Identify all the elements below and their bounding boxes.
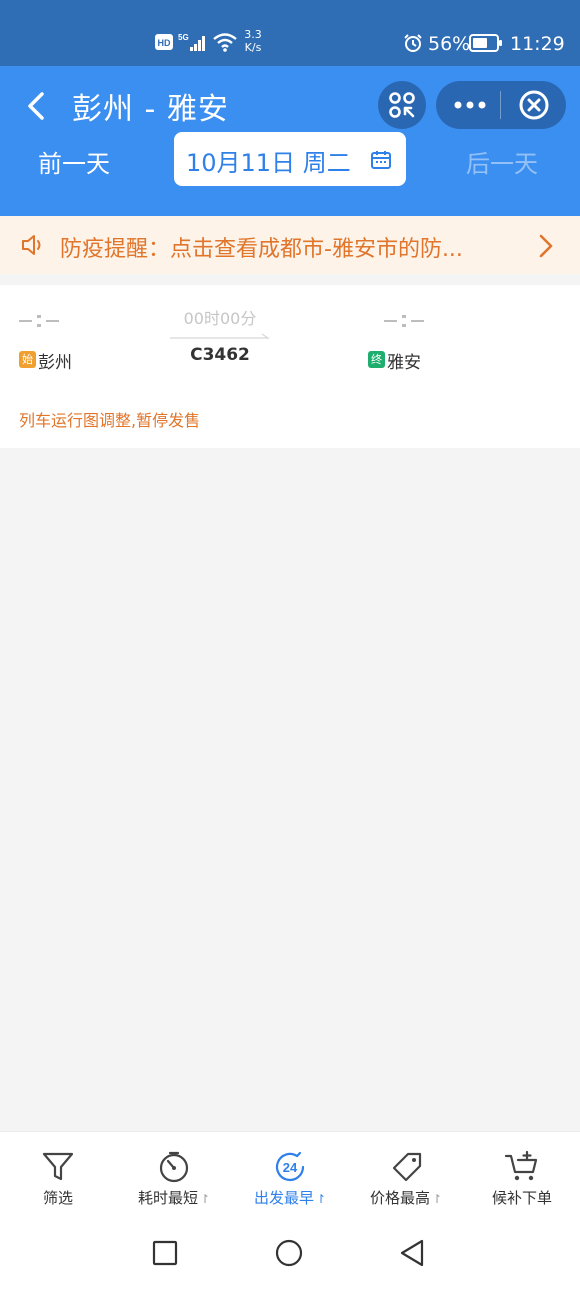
battery-icon — [469, 34, 502, 52]
svg-text:HD: HD — [158, 38, 171, 48]
tab-waitlist-order-label: 候补下单 — [491, 1189, 552, 1207]
origin-station: 彭州 — [38, 353, 72, 373]
trip-duration: 00时00分 — [183, 309, 257, 328]
hd-icon: HD — [155, 34, 173, 50]
train-number: C3462 — [190, 345, 250, 365]
svg-text:5G: 5G — [178, 33, 189, 42]
tab-shortest-duration[interactable]: 耗时最短 ↾ — [116, 1132, 232, 1218]
signal-5g-icon: 5G — [178, 33, 205, 51]
clock-time: 11:29 — [510, 33, 565, 55]
cart-icon — [504, 1150, 538, 1181]
wifi-icon — [213, 33, 237, 52]
tab-shortest-duration-label: 耗时最短 ↾ — [137, 1189, 211, 1207]
origin-badge: 始 — [19, 351, 36, 368]
svg-text:24: 24 — [283, 1160, 298, 1175]
train-card[interactable]: --:-- 00时00分 C3462 --:-- 始 彭州 终 雅安 列车运行图… — [0, 285, 580, 448]
home-button[interactable] — [272, 1236, 306, 1270]
epidemic-notice[interactable]: 防疫提醒：点击查看成都市-雅安市的防... — [0, 216, 580, 274]
sort-filter-bar: 筛选 耗时最短 ↾ 24 出发最早 ↾ 价格最高 ↾ 候补下单 — [0, 1131, 580, 1218]
prev-day-button[interactable]: 前一天 — [38, 144, 110, 179]
filter-icon — [42, 1152, 74, 1181]
tab-filter[interactable]: 筛选 — [0, 1132, 116, 1218]
tab-earliest-departure[interactable]: 24 出发最早 ↾ — [232, 1132, 348, 1218]
sort-arrow-icon: ↾ — [315, 1192, 327, 1206]
battery-percent: 56% — [428, 33, 471, 55]
scan-icon — [389, 92, 415, 118]
notice-text: 防疫提醒：点击查看成都市-雅安市的防... — [60, 237, 463, 262]
date-picker[interactable]: 10月11日 周二 — [174, 132, 406, 186]
status-bar: HD 5G 3.3 K/s 56% 11:29 — [0, 0, 580, 66]
calendar-icon — [371, 151, 391, 169]
back-button[interactable] — [20, 86, 56, 126]
timer-icon — [159, 1151, 189, 1183]
sort-arrow-icon: ↾ — [431, 1192, 443, 1206]
date-label: 10月11日 周二 — [186, 149, 351, 177]
net-speed-value: 3.3 — [244, 28, 262, 41]
tab-earliest-departure-label: 出发最早 ↾ — [253, 1189, 327, 1207]
more-button[interactable] — [436, 81, 500, 129]
page-title: 彭州 - 雅安 — [72, 92, 229, 127]
terminal-station: 雅安 — [387, 353, 421, 373]
sort-arrow-icon: ↾ — [199, 1192, 211, 1206]
clock-24-icon: 24 — [275, 1151, 305, 1182]
tab-highest-price[interactable]: 价格最高 ↾ — [348, 1132, 464, 1218]
duration-arrow-line — [170, 333, 270, 339]
sale-status: 列车运行图调整,暂停发售 — [19, 411, 201, 430]
tab-waitlist-order[interactable]: 候补下单 — [464, 1132, 580, 1218]
net-speed-unit: K/s — [244, 41, 262, 54]
miniapp-capsule — [436, 81, 566, 129]
speaker-icon — [22, 235, 41, 255]
next-day-button[interactable]: 后一天 — [466, 144, 538, 179]
alarm-icon — [404, 34, 422, 52]
tab-highest-price-label: 价格最高 ↾ — [369, 1189, 443, 1207]
chevron-right-icon — [539, 234, 553, 258]
capsule-divider — [500, 91, 501, 119]
terminal-badge: 终 — [368, 351, 385, 368]
scan-button[interactable] — [378, 81, 426, 129]
tab-filter-label: 筛选 — [42, 1189, 73, 1207]
price-tag-icon — [392, 1152, 422, 1182]
close-button[interactable] — [502, 81, 566, 129]
back-nav-button[interactable] — [396, 1236, 430, 1270]
depart-time-placeholder: --:-- — [19, 315, 59, 327]
system-navigation-bar — [0, 1218, 580, 1289]
arrive-time-placeholder: --:-- — [384, 315, 424, 327]
header: 彭州 - 雅安 前一天 10月11日 周二 后一天 — [0, 66, 580, 216]
recent-apps-button[interactable] — [148, 1236, 182, 1270]
